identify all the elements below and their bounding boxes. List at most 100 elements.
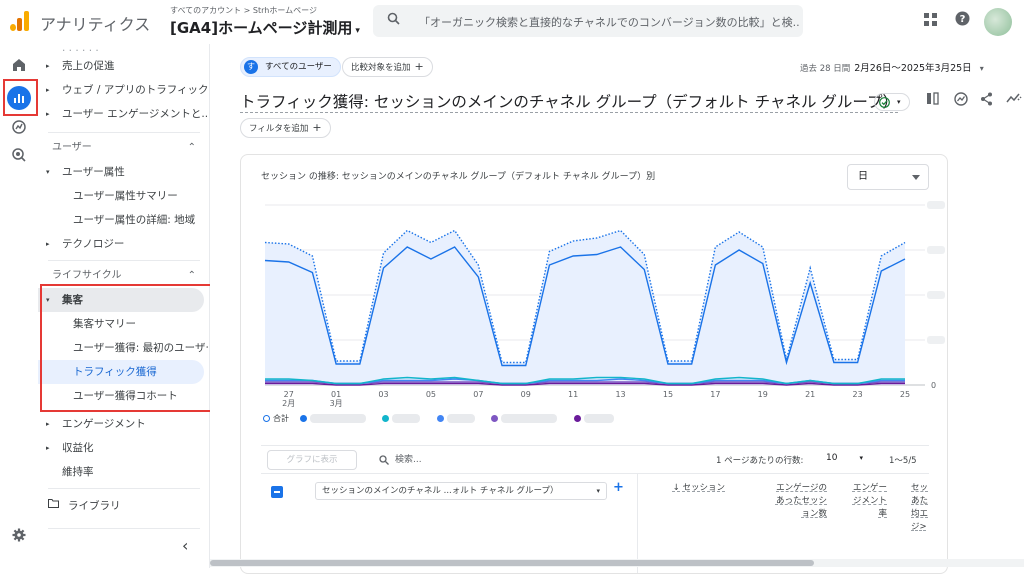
search-bar[interactable]: 「オーガニック検索と直接的なチャネルでのコンバージョン数の比較」と検... bbox=[373, 5, 803, 37]
dropdown-arrow-icon: ▾ bbox=[596, 487, 600, 495]
highlight-acquisition-box bbox=[40, 284, 214, 412]
table-toolbar: グラフに表示 検索... 1 ページあたりの行数: 10 ▾ 1～5/5 bbox=[261, 445, 929, 473]
search-icon bbox=[379, 454, 389, 465]
rows-per-page-label: 1 ページあたりの行数: bbox=[716, 456, 804, 466]
nav-item-user-attr-detail[interactable]: ユーザー属性の詳細: 地域 bbox=[38, 208, 208, 232]
property-selector[interactable]: [GA4]ホームページ計測用 ▾ bbox=[170, 17, 360, 38]
nav-item-user-engagement[interactable]: ▸ ユーザー エンゲージメントと... bbox=[38, 102, 208, 126]
pagination-info: 1～5/5 bbox=[889, 456, 917, 466]
table-search[interactable]: 検索... bbox=[379, 452, 422, 465]
x-tick-label: 01 bbox=[331, 390, 341, 399]
x-tick-label: 19 bbox=[758, 390, 768, 399]
compare-columns-icon[interactable] bbox=[926, 92, 940, 109]
apps-grid-icon[interactable] bbox=[924, 12, 937, 30]
legend-item-redacted[interactable] bbox=[382, 414, 434, 423]
legend-item-redacted[interactable] bbox=[299, 414, 380, 423]
svg-text:?: ? bbox=[960, 14, 966, 25]
legend-marker bbox=[263, 415, 270, 422]
x-tick-label: 07 bbox=[473, 390, 483, 399]
dropdown-arrow-icon: ▾ bbox=[897, 98, 901, 106]
x-tick-label: 17 bbox=[710, 390, 720, 399]
nav-item-library[interactable]: ライブラリ bbox=[38, 494, 208, 518]
nav-item-user-attr-summary[interactable]: ユーザー属性サマリー bbox=[38, 184, 208, 208]
page-title: トラフィック獲得: セッションのメインのチャネル グループ（デフォルト チャネル… bbox=[240, 90, 898, 113]
account-breadcrumb[interactable]: すべてのアカウント > Strhホームページ bbox=[170, 5, 317, 16]
help-icon[interactable]: ? bbox=[955, 11, 970, 30]
legend-item-redacted[interactable] bbox=[573, 414, 628, 423]
legend-item-redacted[interactable] bbox=[491, 414, 571, 423]
left-rail bbox=[0, 44, 38, 568]
x-tick-label: 11 bbox=[568, 390, 578, 399]
add-comparison-button[interactable]: 比較対象を追加 + bbox=[342, 57, 433, 77]
expand-arrow-icon: ▸ bbox=[46, 420, 50, 428]
user-initial-badge: す bbox=[244, 60, 258, 74]
y-tick-label: 0 bbox=[931, 381, 936, 390]
horizontal-scrollbar[interactable] bbox=[210, 559, 1024, 567]
trend-icon[interactable] bbox=[1006, 92, 1022, 108]
col-header-engagement-rate[interactable]: エンゲー ジメント率 bbox=[845, 482, 887, 521]
x-tick-label: 25 bbox=[900, 390, 910, 399]
nav-item-sales[interactable]: ▸ 売上の促進 bbox=[38, 54, 208, 78]
legend-item-redacted[interactable] bbox=[436, 414, 489, 423]
collapse-arrow-icon: ▾ bbox=[46, 168, 50, 176]
x-tick-label: 09 bbox=[521, 390, 531, 399]
date-range-picker[interactable]: 過去 28 日間 2月26日～2025年3月25日 ▾ bbox=[800, 60, 984, 74]
dimension-select[interactable]: セッションのメインのチャネル ...ォルト チャネル グループ） ▾ bbox=[315, 482, 607, 500]
show-in-chart-button[interactable]: グラフに表示 bbox=[267, 450, 357, 470]
x-tick-label: 05 bbox=[426, 390, 436, 399]
x-tick-label: 15 bbox=[663, 390, 673, 399]
expand-arrow-icon: ▸ bbox=[46, 86, 50, 94]
chevron-up-icon: ⌃ bbox=[187, 142, 196, 153]
plus-icon: + bbox=[312, 121, 322, 134]
col-header-avg-engagement[interactable]: セッ あた 均エ ジ> bbox=[911, 482, 929, 534]
x-tick-label: 03 bbox=[378, 390, 388, 399]
legend-item-total[interactable]: 合計 bbox=[263, 414, 289, 423]
collapse-nav-button[interactable]: ‹ bbox=[182, 536, 188, 555]
audience-chip[interactable]: す すべてのユーザー bbox=[240, 57, 341, 77]
dropdown-arrow-icon: ▾ bbox=[979, 64, 984, 73]
select-all-checkbox[interactable] bbox=[271, 486, 283, 498]
highlight-reports-box bbox=[3, 79, 38, 116]
x-tick-label: 21 bbox=[805, 390, 815, 399]
plus-icon: + bbox=[414, 60, 424, 73]
x-tick-label: 2月 bbox=[282, 399, 295, 408]
settings-gear-icon[interactable] bbox=[9, 528, 29, 548]
expand-arrow-icon: ▸ bbox=[46, 110, 50, 118]
nav-item-retention[interactable]: 維持率 bbox=[38, 460, 208, 484]
col-header-sessions[interactable]: ↓ セッション bbox=[653, 482, 725, 495]
chart-legend: 合計 bbox=[263, 413, 628, 427]
analytics-logo-icon[interactable] bbox=[10, 11, 30, 31]
nav-item-engagement[interactable]: ▸ エンゲージメント bbox=[38, 412, 208, 436]
rows-per-page-select[interactable]: 10 ▾ bbox=[826, 453, 863, 463]
advertising-icon[interactable] bbox=[9, 148, 29, 168]
folder-icon bbox=[48, 494, 59, 518]
x-tick-label: 23 bbox=[852, 390, 862, 399]
explore-icon[interactable] bbox=[9, 120, 29, 140]
nav-divider bbox=[48, 132, 200, 133]
app-name: アナリティクス bbox=[40, 15, 151, 34]
nav-item-technology[interactable]: ▸ テクノロジー bbox=[38, 232, 208, 256]
sessions-line-chart[interactable]: 0 272月 013月 03 05 07 09 11 13 15 17 19 21 23 25 bbox=[241, 195, 948, 415]
nav-item-web-app-traffic[interactable]: ▸ ウェブ / アプリのトラフィック... bbox=[38, 78, 208, 102]
insights-icon[interactable] bbox=[954, 92, 968, 110]
nav-section-user[interactable]: ユーザー ⌃ bbox=[38, 136, 208, 160]
main-content: す すべてのユーザー 比較対象を追加 + 過去 28 日間 2月26日～2025年3… bbox=[210, 44, 1024, 574]
nav-item-monetization[interactable]: ▸ 収益化 bbox=[38, 436, 208, 460]
add-dimension-icon[interactable]: + bbox=[613, 480, 624, 495]
granularity-select[interactable]: 日 bbox=[847, 164, 929, 190]
nav-divider bbox=[48, 488, 200, 489]
add-filter-button[interactable]: フィルタを追加 + bbox=[240, 118, 331, 138]
home-icon[interactable] bbox=[9, 58, 29, 78]
x-tick-label: 13 bbox=[615, 390, 625, 399]
avatar[interactable] bbox=[984, 8, 1012, 36]
share-icon[interactable] bbox=[980, 92, 993, 110]
expand-arrow-icon: ▸ bbox=[46, 62, 50, 70]
dropdown-arrow-icon: ▾ bbox=[859, 454, 863, 462]
dropdown-arrow-icon bbox=[912, 175, 920, 180]
nav-item-user-attributes[interactable]: ▾ ユーザー属性 bbox=[38, 160, 208, 184]
col-header-engaged-sessions[interactable]: エンゲージの あったセッシ ョン数 bbox=[751, 482, 827, 521]
check-circle-icon bbox=[879, 97, 890, 108]
dropdown-arrow-icon: ▾ bbox=[355, 26, 360, 36]
data-quality-badge[interactable]: ▾ bbox=[874, 93, 910, 111]
property-name: [GA4]ホームページ計測用 bbox=[170, 19, 353, 37]
